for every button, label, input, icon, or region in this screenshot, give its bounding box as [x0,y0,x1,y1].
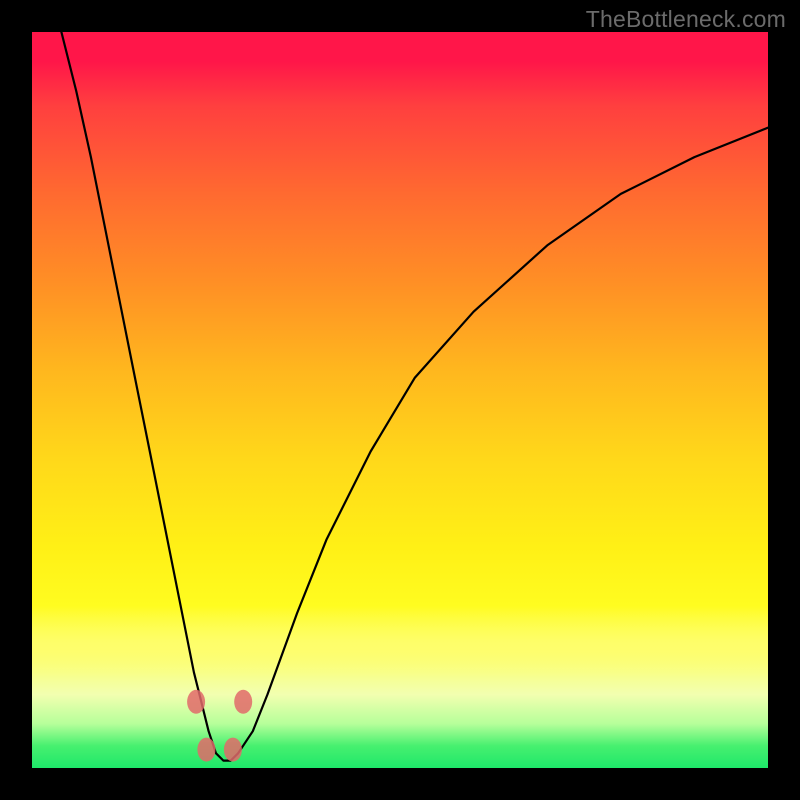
curve-layer [32,32,768,768]
marker-group [187,690,252,762]
plot-area [32,32,768,768]
chart-frame: TheBottleneck.com [0,0,800,800]
bottleneck-curve [61,32,768,761]
curve-marker [234,690,252,714]
curve-marker [187,690,205,714]
watermark-text: TheBottleneck.com [586,6,786,33]
curve-marker [197,738,215,762]
curve-marker [224,738,242,762]
